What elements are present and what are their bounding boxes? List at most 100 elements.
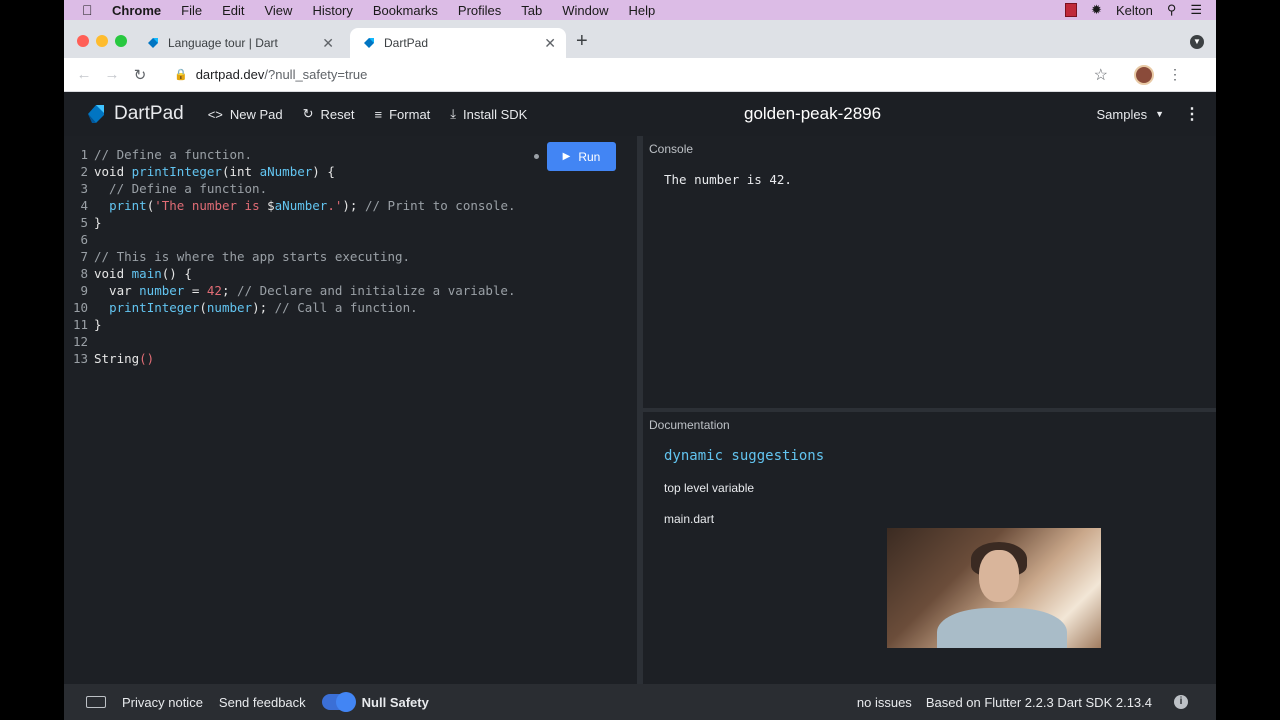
tab-search-chevron-icon[interactable]: ▼ xyxy=(1190,35,1204,49)
dart-favicon-icon xyxy=(364,38,374,48)
line-number: 13 xyxy=(72,351,88,366)
menu-app-name[interactable]: Chrome xyxy=(112,3,161,18)
doc-title: dynamic suggestions xyxy=(664,448,825,464)
code-line: 10 printInteger(number); // Call a funct… xyxy=(64,299,418,316)
code-type: String xyxy=(94,351,140,366)
new-pad-button[interactable]: <> New Pad xyxy=(208,107,283,122)
line-number: 3 xyxy=(80,181,88,196)
close-window-button[interactable] xyxy=(77,35,89,47)
more-options-icon[interactable]: ⋮ xyxy=(1184,104,1200,124)
menu-help[interactable]: Help xyxy=(629,3,656,18)
menu-edit[interactable]: Edit xyxy=(222,3,244,18)
menu-file[interactable]: File xyxy=(181,3,202,18)
dartpad-logo-text: DartPad xyxy=(114,103,184,124)
privacy-notice-link[interactable]: Privacy notice xyxy=(122,695,203,710)
null-safety-toggle[interactable] xyxy=(321,692,356,712)
run-area: ▶ Run xyxy=(534,142,616,171)
code-variable: aNumber xyxy=(274,198,328,213)
code-text: () xyxy=(139,351,155,366)
menu-history[interactable]: History xyxy=(312,3,352,18)
code-text: } xyxy=(94,317,102,332)
spotlight-search-icon[interactable]: ⚲ xyxy=(1167,2,1177,18)
format-button[interactable]: ≡ Format xyxy=(375,107,431,122)
menu-window[interactable]: Window xyxy=(562,3,608,18)
code-line: 5} xyxy=(64,214,101,231)
code-line: 6 xyxy=(64,231,94,248)
samples-dropdown[interactable]: Samples ▼ xyxy=(1097,92,1165,136)
send-feedback-link[interactable]: Send feedback xyxy=(219,695,306,710)
browser-menu-icon[interactable]: ⋮ xyxy=(1168,66,1182,83)
code-string: .' xyxy=(327,198,343,213)
bookmark-star-icon[interactable]: ☆ xyxy=(1094,65,1108,85)
reset-button[interactable]: ↻ Reset xyxy=(303,106,355,122)
control-center-icon[interactable]: ☰ xyxy=(1190,2,1202,18)
code-text: $ xyxy=(267,198,275,213)
issues-status[interactable]: no issues xyxy=(857,695,912,710)
close-tab-icon[interactable]: ✕ xyxy=(544,35,556,52)
null-safety-label: Null Safety xyxy=(361,694,429,710)
forward-arrow-icon[interactable]: → xyxy=(98,66,126,83)
code-line: 2 void printInteger(int aNumber) { xyxy=(64,163,334,180)
console-panel: Console The number is 42. xyxy=(643,136,1216,408)
tab-strip: Language tour | Dart ✕ DartPad ✕ + ▼ xyxy=(64,20,1216,58)
reload-icon[interactable]: ↻ xyxy=(126,66,154,84)
code-text: ; xyxy=(221,283,238,298)
line-number: 10 xyxy=(72,300,88,315)
code-variable: number xyxy=(139,283,185,298)
menu-tab[interactable]: Tab xyxy=(521,3,542,18)
network-icon[interactable]: ✹ xyxy=(1091,2,1102,18)
chevron-down-icon: ▼ xyxy=(1155,109,1164,119)
back-arrow-icon[interactable]: ← xyxy=(70,66,98,83)
flag-app-icon[interactable] xyxy=(1065,3,1078,17)
new-tab-plus-icon[interactable]: + xyxy=(576,30,588,53)
code-line: 4 print('The number is $aNumber.'); // P… xyxy=(64,197,515,214)
status-dot-icon xyxy=(534,154,539,159)
code-brackets-icon: <> xyxy=(207,106,223,122)
tab-title: Language tour | Dart xyxy=(168,36,278,50)
line-number: 6 xyxy=(80,232,88,247)
pad-title: golden-peak-2896 xyxy=(744,104,882,123)
lock-icon[interactable]: 🔒 xyxy=(174,68,188,81)
refresh-icon: ↻ xyxy=(302,106,314,121)
menu-profiles[interactable]: Profiles xyxy=(458,3,501,18)
address-bar[interactable]: 🔒 dartpad.dev/?null_safety=true ☆ xyxy=(162,61,1120,89)
code-editor[interactable]: 1 // Define a function. 2 void printIntege… xyxy=(64,136,637,684)
code-line: 3 // Define a function. xyxy=(64,180,267,197)
browser-window: Language tour | Dart ✕ DartPad ✕ + ▼ ← →… xyxy=(64,20,1216,720)
dartpad-logo[interactable]: DartPad xyxy=(86,103,184,125)
minimize-window-button[interactable] xyxy=(96,35,108,47)
tab-dartpad[interactable]: DartPad ✕ xyxy=(350,28,566,58)
run-button[interactable]: ▶ Run xyxy=(547,142,616,171)
code-keyword: void xyxy=(94,164,132,179)
download-icon: ⤓ xyxy=(450,106,457,121)
sdk-version: Based on Flutter 2.2.3 Dart SDK 2.13.4 xyxy=(925,694,1152,710)
console-label: Console xyxy=(649,142,694,156)
menu-bookmarks[interactable]: Bookmarks xyxy=(373,3,438,18)
keyboard-icon[interactable] xyxy=(86,696,106,708)
profile-avatar[interactable] xyxy=(1134,64,1154,85)
webcam-person-head xyxy=(979,550,1019,602)
tab-language-tour[interactable]: Language tour | Dart ✕ xyxy=(134,28,344,58)
doc-kind: top level variable xyxy=(664,481,755,495)
code-keyword: var xyxy=(94,283,140,298)
zoom-window-button[interactable] xyxy=(115,35,127,47)
install-sdk-button[interactable]: ⤓ Install SDK xyxy=(450,106,527,122)
menubar-user[interactable]: Kelton xyxy=(1116,3,1153,18)
code-comment: // Define a function. xyxy=(94,181,268,196)
code-line: 11} xyxy=(64,316,102,333)
webcam-overlay xyxy=(887,528,1101,648)
code-comment: // Call a function. xyxy=(274,300,418,315)
code-line: 13 String() xyxy=(64,350,154,367)
close-tab-icon[interactable]: ✕ xyxy=(322,35,334,52)
line-number: 7 xyxy=(80,249,88,264)
run-label: Run xyxy=(578,149,601,164)
menu-view[interactable]: View xyxy=(264,3,292,18)
apple-icon[interactable]:  xyxy=(82,2,98,18)
browser-toolbar: ← → ↻ 🔒 dartpad.dev/?null_safety=true ☆ … xyxy=(64,58,1216,92)
info-icon[interactable]: i xyxy=(1174,695,1188,709)
code-text: ( xyxy=(199,300,207,315)
code-function: main xyxy=(131,266,162,281)
code-variable: number xyxy=(206,300,253,315)
line-number: 8 xyxy=(80,266,88,281)
